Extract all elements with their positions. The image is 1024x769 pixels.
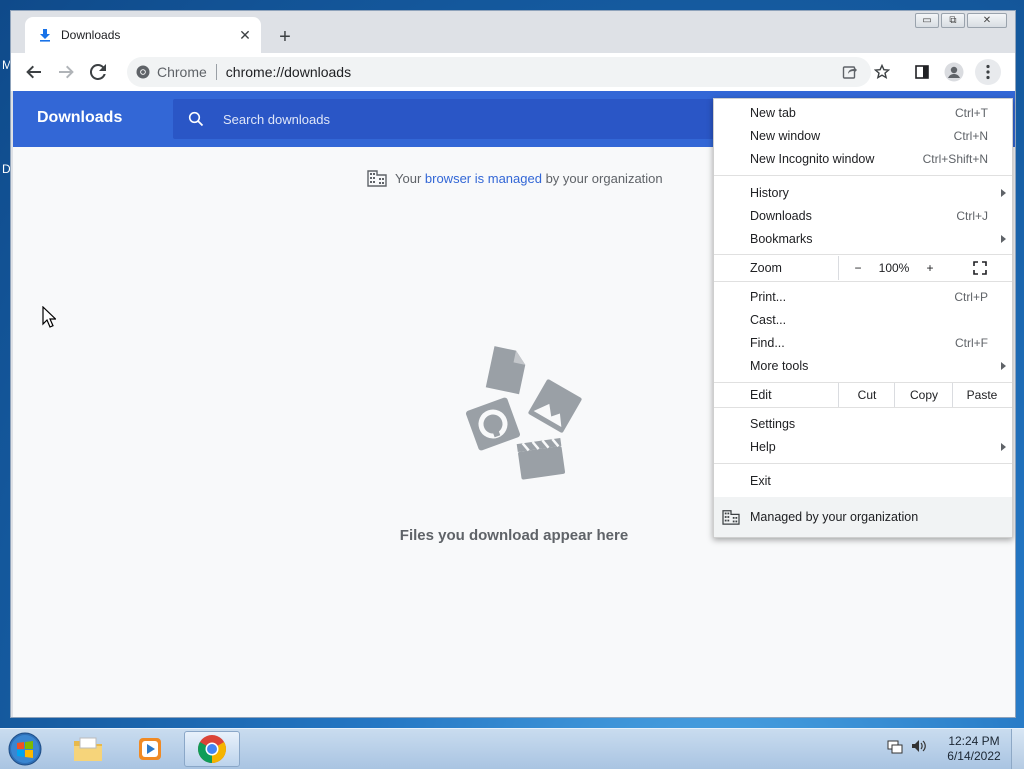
menu-item-bookmarks[interactable]: Bookmarks bbox=[714, 228, 1012, 250]
share-icon[interactable] bbox=[837, 59, 863, 85]
managed-footer-label: Managed by your organization bbox=[750, 510, 919, 524]
taskbar-chrome[interactable] bbox=[184, 731, 240, 767]
search-box[interactable] bbox=[173, 99, 733, 139]
close-tab-icon[interactable]: ✕ bbox=[235, 25, 255, 45]
minimize-button[interactable]: ▭ bbox=[915, 13, 939, 28]
menu-item-new-window[interactable]: New window Ctrl+N bbox=[714, 125, 1012, 147]
managed-suffix: by your organization bbox=[541, 170, 663, 186]
menu-item-cast[interactable]: Cast... bbox=[714, 309, 1012, 331]
bookmark-star-icon[interactable] bbox=[869, 59, 895, 85]
zoom-row: Zoom − 100% + bbox=[714, 256, 1012, 280]
new-tab-button[interactable]: + bbox=[273, 25, 297, 49]
close-window-button[interactable]: ✕ bbox=[967, 13, 1007, 28]
chrome-window: ▭ ⧉ ✕ Downloads ✕ + Chrome chrome://down… bbox=[10, 10, 1016, 718]
search-input[interactable] bbox=[221, 110, 705, 128]
downloads-page: Downloads Your browser is managed by you… bbox=[13, 91, 1015, 717]
menu-separator bbox=[714, 407, 1012, 408]
menu-item-settings[interactable]: Settings bbox=[714, 413, 1012, 435]
menu-item-print[interactable]: Print... Ctrl+P bbox=[714, 286, 1012, 308]
address-bar[interactable]: Chrome chrome://downloads bbox=[127, 57, 871, 87]
download-icon bbox=[37, 27, 53, 43]
taskbar-file-explorer[interactable] bbox=[60, 731, 116, 767]
building-icon bbox=[367, 170, 387, 187]
tab-title: Downloads bbox=[61, 28, 121, 42]
managed-notice: Your browser is managed by your organiza… bbox=[367, 169, 663, 187]
chrome-logo-icon bbox=[135, 64, 151, 80]
edit-row: Edit Cut Copy Paste bbox=[714, 383, 1012, 407]
start-button[interactable] bbox=[6, 732, 46, 766]
profile-avatar-icon[interactable] bbox=[941, 59, 967, 85]
zoom-level: 100% bbox=[878, 261, 910, 275]
fullscreen-icon[interactable] bbox=[958, 256, 1002, 280]
forward-icon[interactable] bbox=[53, 59, 79, 85]
paste-button[interactable]: Paste bbox=[952, 383, 1011, 407]
copy-button[interactable]: Copy bbox=[894, 383, 953, 407]
side-panel-icon[interactable] bbox=[909, 59, 935, 85]
more-menu-icon[interactable] bbox=[975, 59, 1001, 85]
building-icon bbox=[722, 510, 740, 525]
menu-item-help[interactable]: Help bbox=[714, 436, 1012, 458]
page-title: Downloads bbox=[37, 109, 123, 126]
cut-button[interactable]: Cut bbox=[838, 383, 895, 407]
reload-icon[interactable] bbox=[85, 59, 111, 85]
menu-item-find[interactable]: Find... Ctrl+F bbox=[714, 332, 1012, 354]
clock-time: 12:24 PM bbox=[948, 734, 1000, 748]
zoom-label: Zoom bbox=[750, 261, 782, 275]
tab-downloads[interactable]: Downloads ✕ bbox=[25, 17, 261, 53]
menu-item-exit[interactable]: Exit bbox=[714, 470, 1012, 492]
edit-label: Edit bbox=[750, 388, 772, 402]
file-explorer-icon bbox=[74, 737, 102, 761]
zoom-out-button[interactable]: − bbox=[838, 256, 877, 280]
system-tray bbox=[886, 737, 928, 755]
show-desktop-button[interactable] bbox=[1011, 729, 1024, 769]
menu-item-downloads[interactable]: Downloads Ctrl+J bbox=[714, 205, 1012, 227]
chevron-right-icon bbox=[1001, 362, 1006, 370]
chevron-right-icon bbox=[1001, 235, 1006, 243]
chrome-menu: New tab Ctrl+T New window Ctrl+N New Incog… bbox=[713, 98, 1013, 538]
back-icon[interactable] bbox=[21, 59, 47, 85]
mouse-cursor-icon bbox=[42, 306, 56, 328]
toolbar: Chrome chrome://downloads bbox=[11, 53, 1015, 91]
chevron-right-icon bbox=[1001, 189, 1006, 197]
menu-separator bbox=[714, 254, 1012, 255]
managed-prefix: Your bbox=[395, 170, 425, 186]
omnibox-separator bbox=[215, 64, 217, 80]
media-player-icon bbox=[139, 738, 161, 760]
managed-link[interactable]: browser is managed bbox=[425, 171, 542, 186]
chevron-right-icon bbox=[1001, 443, 1006, 451]
menu-item-new-tab[interactable]: New tab Ctrl+T bbox=[714, 102, 1012, 124]
taskbar-clock[interactable]: 12:24 PM 6/14/2022 bbox=[940, 734, 1008, 764]
network-icon[interactable] bbox=[886, 737, 904, 755]
taskbar: 12:24 PM 6/14/2022 bbox=[0, 728, 1024, 769]
menu-item-new-incognito[interactable]: New Incognito window Ctrl+Shift+N bbox=[714, 148, 1012, 170]
site-chip: Chrome bbox=[157, 64, 207, 80]
menu-separator bbox=[714, 175, 1012, 176]
zoom-in-button[interactable]: + bbox=[912, 256, 948, 280]
restore-button[interactable]: ⧉ bbox=[941, 13, 965, 28]
taskbar-media-player[interactable] bbox=[122, 731, 178, 767]
windows-logo-icon bbox=[8, 732, 42, 766]
volume-icon[interactable] bbox=[910, 737, 928, 755]
chrome-icon bbox=[198, 735, 226, 763]
menu-managed-footer[interactable]: Managed by your organization bbox=[714, 497, 1012, 537]
menu-separator bbox=[714, 463, 1012, 464]
clock-date: 6/14/2022 bbox=[947, 749, 1001, 763]
empty-downloads-illustration bbox=[465, 346, 582, 480]
url-text[interactable]: chrome://downloads bbox=[226, 64, 351, 80]
menu-item-more-tools[interactable]: More tools bbox=[714, 355, 1012, 377]
menu-item-history[interactable]: History bbox=[714, 182, 1012, 204]
search-icon bbox=[187, 110, 205, 128]
menu-separator bbox=[714, 281, 1012, 282]
window-controls: ▭ ⧉ ✕ bbox=[915, 13, 1007, 28]
